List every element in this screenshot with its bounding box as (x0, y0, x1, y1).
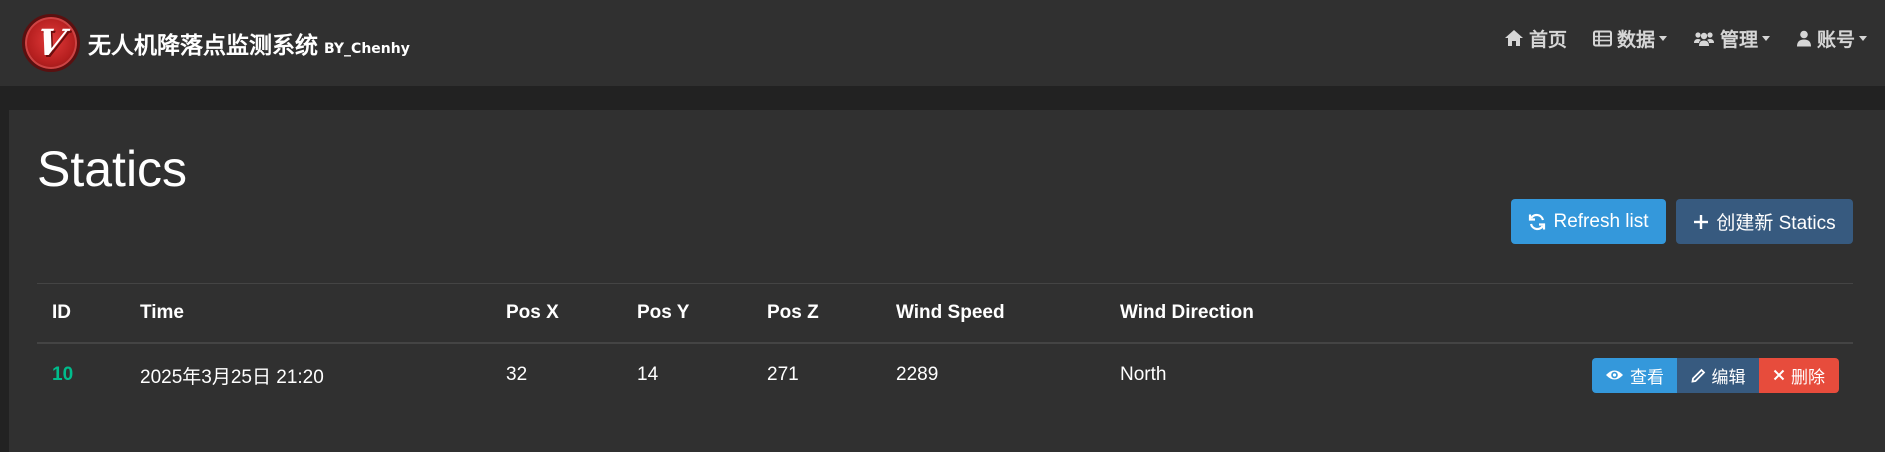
refresh-list-label: Refresh list (1553, 210, 1649, 232)
table-header: ID Time Pos X Pos Y Pos Z Wind Speed Win… (37, 284, 1853, 344)
column-header-pos-x: Pos X (506, 302, 559, 323)
chevron-down-icon (1859, 35, 1867, 41)
nav-home[interactable]: 首页 (1504, 25, 1567, 52)
app-subtitle: BY_Chenhy (324, 41, 410, 57)
nav-menu: 首页 数据 管理 账号 (1478, 0, 1867, 76)
table-icon (1592, 30, 1612, 46)
eye-icon (1606, 370, 1623, 380)
statics-panel: Statics Refresh list 创建新 Statics ID Time… (9, 110, 1885, 452)
nav-account-label: 账号 (1816, 28, 1855, 51)
column-header-wind-speed: Wind Speed (896, 302, 1005, 323)
brand[interactable]: V 无人机降落点监测系统 BY_Chenhy (22, 14, 410, 72)
nav-manage-dropdown[interactable]: 管理 (1693, 25, 1770, 52)
column-header-wind-direction: Wind Direction (1120, 302, 1254, 323)
chevron-down-icon (1761, 35, 1770, 41)
nav-data-label: 数据 (1616, 28, 1655, 51)
column-header-id: ID (52, 302, 71, 323)
nav-account-dropdown[interactable]: 账号 (1796, 25, 1867, 52)
delete-button-label: 删除 (1791, 367, 1825, 387)
pencil-icon (1690, 368, 1705, 383)
logo-glyph: V (33, 22, 69, 64)
users-icon (1693, 31, 1714, 46)
create-statics-label: 创建新 Statics (1716, 213, 1836, 234)
top-navbar: V 无人机降落点监测系统 BY_Chenhy 首页 数据 管理 账号 (0, 0, 1885, 86)
cell-wind-speed: 2289 (896, 364, 939, 385)
nav-data-dropdown[interactable]: 数据 (1592, 25, 1667, 52)
chevron-down-icon (1658, 35, 1667, 41)
column-header-pos-z: Pos Z (767, 302, 819, 323)
drone-v-logo-icon: V (22, 14, 80, 72)
cell-id[interactable]: 10 (37, 364, 125, 386)
user-icon (1796, 30, 1811, 46)
table-row: 10 2025年3月25日 21:20 32 14 271 2289 North… (37, 344, 1853, 406)
plus-icon (1694, 214, 1709, 229)
close-icon (1773, 369, 1785, 381)
cell-pos-x: 32 (506, 364, 528, 385)
app-title: 无人机降落点监测系统 BY_Chenhy (88, 26, 410, 60)
refresh-list-button[interactable]: Refresh list (1511, 199, 1666, 244)
create-statics-button[interactable]: 创建新 Statics (1676, 199, 1853, 244)
column-header-pos-y: Pos Y (637, 302, 690, 323)
nav-manage-label: 管理 (1719, 28, 1758, 51)
refresh-icon (1529, 213, 1546, 230)
cell-pos-z: 271 (767, 364, 799, 385)
view-button-label: 查看 (1630, 367, 1664, 387)
cell-time: 2025年3月25日 21:20 (140, 366, 324, 388)
cell-wind-direction: North (1120, 364, 1167, 385)
delete-button[interactable]: 删除 (1759, 357, 1839, 393)
page-title: Statics (37, 141, 188, 197)
column-header-time: Time (140, 302, 185, 323)
statics-table: ID Time Pos X Pos Y Pos Z Wind Speed Win… (37, 283, 1853, 406)
edit-button-label: 编辑 (1711, 367, 1746, 387)
row-actions: 查看 编辑 删除 (1592, 357, 1839, 393)
nav-home-label: 首页 (1528, 28, 1567, 51)
cell-pos-y: 14 (637, 364, 659, 385)
edit-button[interactable]: 编辑 (1677, 357, 1759, 393)
app-title-text: 无人机降落点监测系统 (88, 33, 318, 59)
view-button[interactable]: 查看 (1592, 357, 1677, 393)
home-icon (1504, 30, 1523, 46)
